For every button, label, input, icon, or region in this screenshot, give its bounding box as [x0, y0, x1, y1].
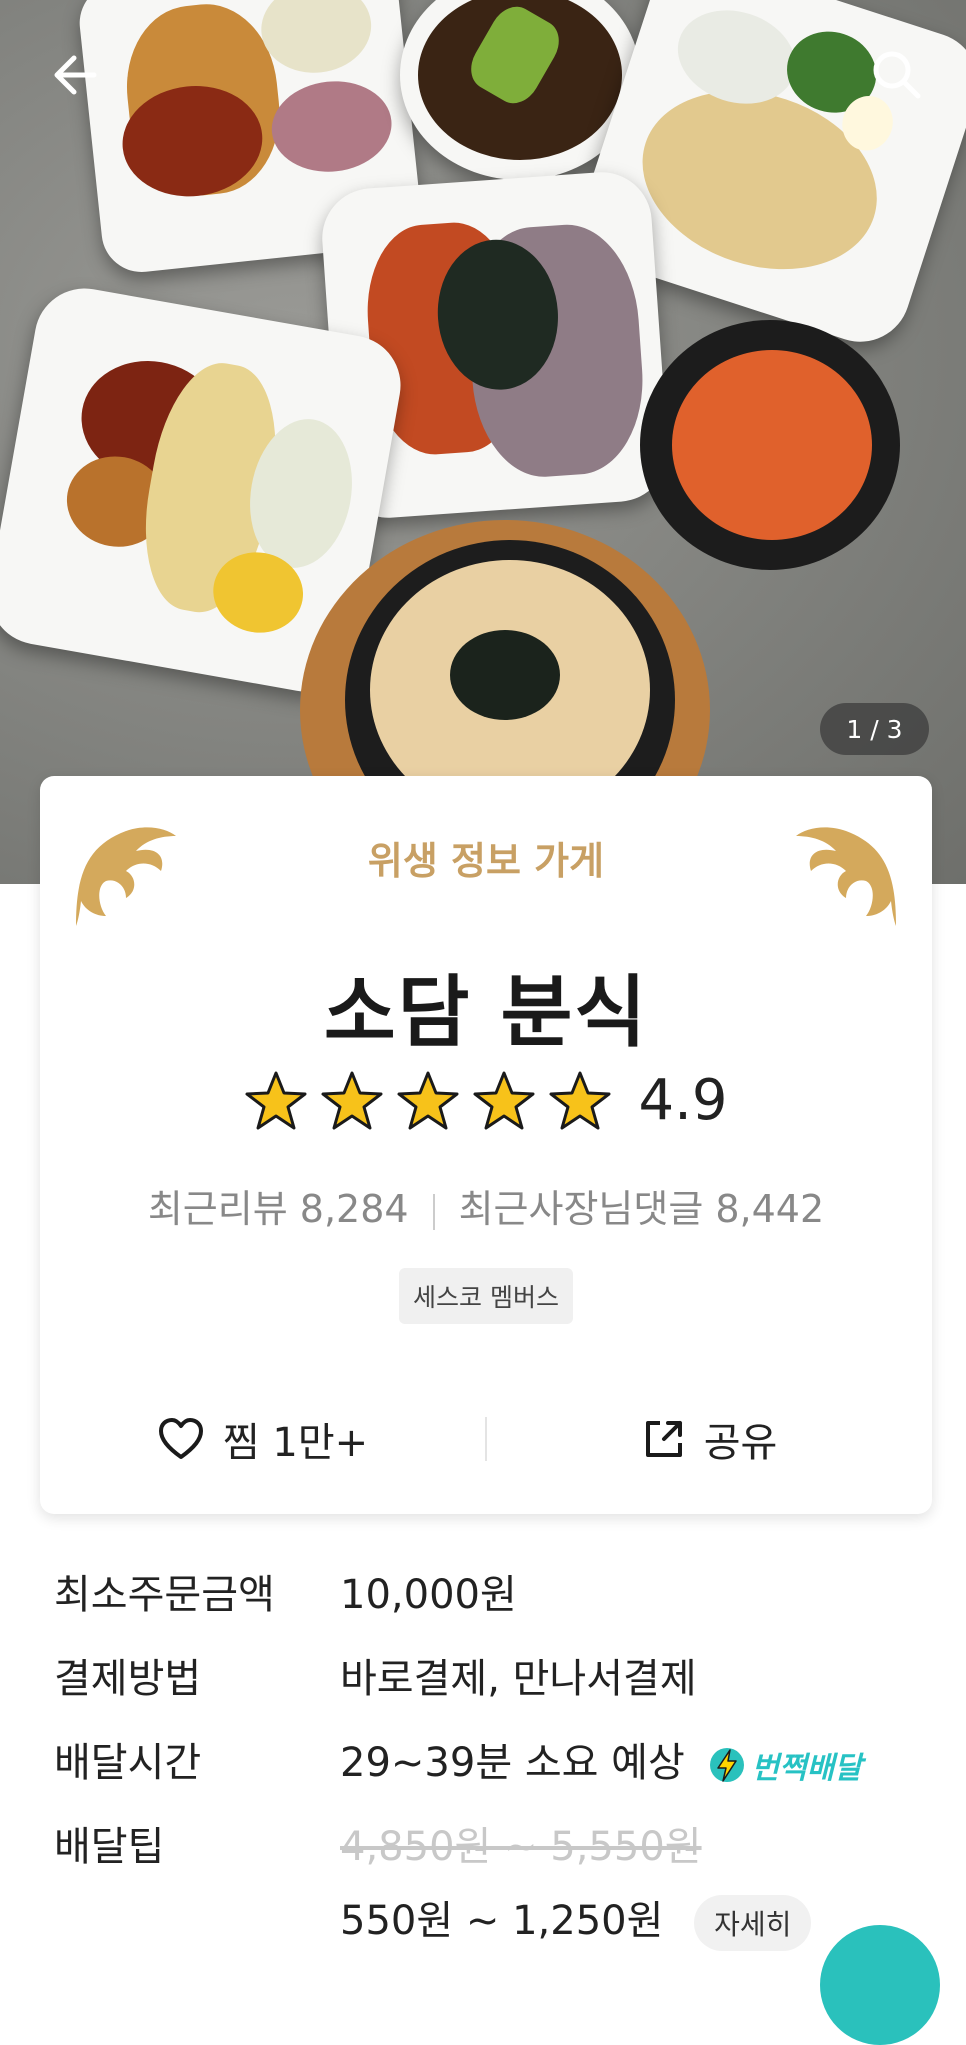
detail-button[interactable]: 자세히 — [694, 1895, 812, 1951]
heart-icon — [158, 1418, 203, 1459]
delivery-time-wrap: 29~39분 소요 예상 번쩍배달 — [340, 1730, 862, 1788]
star-icon — [397, 1071, 459, 1129]
recent-reviews[interactable]: 최근리뷰 8,284 — [148, 1187, 409, 1231]
share-button[interactable]: 공유 — [487, 1410, 932, 1468]
delivery-time-label: 배달시간 — [54, 1740, 202, 1786]
lightning-delivery-badge: 번쩍배달 — [709, 1743, 862, 1787]
tip-original: 4,850원 ~ 5,550원 — [340, 1824, 702, 1870]
image-counter: 1 / 3 — [820, 703, 929, 755]
like-label: 찜 1만+ — [222, 1420, 369, 1466]
star-icon — [473, 1071, 535, 1129]
stew — [672, 350, 872, 540]
payment-value: 바로결제, 만나서결제 — [340, 1656, 697, 1702]
share-label: 공유 — [703, 1420, 778, 1466]
star-icon — [245, 1071, 307, 1129]
review-counts: 최근리뷰 8,284 최근사장님댓글 8,442 — [40, 1178, 932, 1233]
star-icon — [321, 1071, 383, 1129]
delivery-time-value: 29~39분 소요 예상 — [340, 1740, 685, 1786]
tip-label: 배달팁 — [54, 1824, 165, 1870]
card-actions: 찜 1만+ 공유 — [40, 1384, 932, 1494]
like-button[interactable]: 찜 1만+ — [40, 1410, 485, 1468]
floating-action-button[interactable] — [820, 1925, 940, 2045]
rating-stars: 4.9 — [40, 1068, 932, 1133]
lightning-icon — [710, 1748, 745, 1782]
divider — [432, 1193, 435, 1230]
star-icon — [549, 1071, 611, 1129]
tip-discounted: 550원 ~ 1,250원 — [340, 1898, 664, 1944]
recent-owner-replies[interactable]: 최근사장님댓글 8,442 — [459, 1187, 825, 1231]
lightning-label: 번쩍배달 — [751, 1751, 862, 1786]
search-button[interactable] — [862, 40, 932, 110]
hygiene-label: 위생 정보 가게 — [367, 839, 605, 883]
back-button[interactable] — [40, 40, 110, 110]
hero-food-image[interactable]: 1 / 3 — [0, 0, 966, 884]
payment-label: 결제방법 — [54, 1656, 202, 1702]
arrow-left-icon — [54, 55, 97, 95]
member-badge: 세스코 멤버스 — [399, 1268, 573, 1324]
store-info-card: 위생 정보 가게 소담 분식 4.9 최근리뷰 8,284 최근사장님댓글 8,4… — [40, 776, 932, 1514]
min-order-label: 최소주문금액 — [54, 1572, 275, 1618]
share-icon — [645, 1421, 682, 1457]
rating-value: 4.9 — [638, 1068, 728, 1133]
store-name: 소담 분식 — [323, 968, 649, 1058]
tip-discount-wrap: 550원 ~ 1,250원 자세히 — [340, 1888, 812, 1951]
min-order-value: 10,000원 — [340, 1572, 517, 1618]
search-icon — [873, 51, 921, 99]
